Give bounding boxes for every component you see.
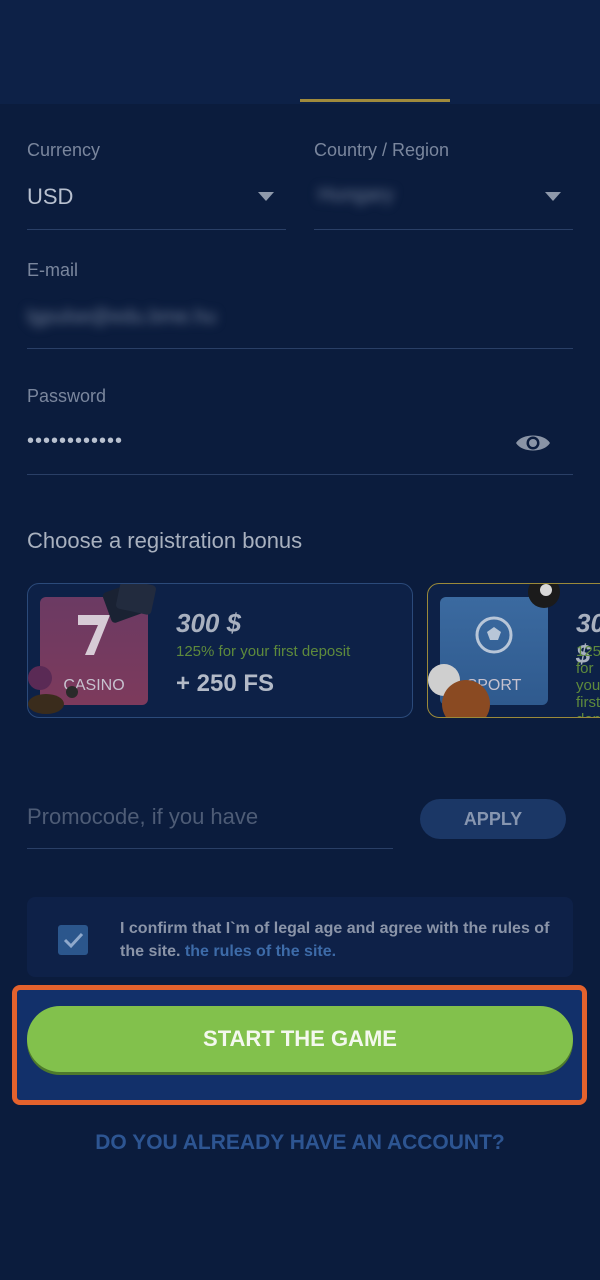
bonus-free-spins: + 250 FS <box>176 670 275 697</box>
bonus-description: 125% for your first deposit <box>176 643 351 660</box>
cards-icon <box>102 584 156 623</box>
promocode-input[interactable]: Promocode, if you have <box>27 804 258 830</box>
country-label: Country / Region <box>314 140 450 160</box>
apply-button[interactable]: APPLY <box>420 799 566 839</box>
chevron-down-icon[interactable] <box>258 192 274 201</box>
age-confirmation: I confirm that I`m of legal age and agre… <box>27 897 573 977</box>
balls-icon <box>428 664 490 717</box>
country-underline <box>314 229 573 230</box>
country-select[interactable]: Hungary <box>318 184 394 207</box>
email-field[interactable]: lgpulse@edu.bme.hu <box>27 306 216 329</box>
email-underline <box>27 348 573 349</box>
email-label: E-mail <box>27 260 79 280</box>
rules-link[interactable]: the rules of the site. <box>185 943 336 960</box>
chips-icon <box>28 666 78 714</box>
bonus-section-title: Choose a registration bonus <box>27 528 303 553</box>
currency-label: Currency <box>27 140 101 160</box>
start-game-button[interactable]: START THE GAME <box>27 1006 573 1072</box>
login-link[interactable]: DO YOU ALREADY HAVE AN ACCOUNT? <box>0 1131 600 1155</box>
top-header <box>0 0 600 104</box>
currency-select[interactable]: USD <box>27 184 73 210</box>
password-label: Password <box>27 386 107 406</box>
password-underline <box>27 474 573 475</box>
bonus-card-casino[interactable]: CASINO 300 $ 125% for your first deposit… <box>27 583 413 718</box>
billiard-ball-icon <box>528 584 560 608</box>
bonus-card-sport[interactable]: SPORT 300 $ 125% for your first deposit <box>427 583 600 718</box>
active-tab-indicator <box>300 99 450 102</box>
checkmark-icon <box>63 932 84 949</box>
chevron-down-icon[interactable] <box>545 192 561 201</box>
age-checkbox[interactable] <box>58 925 88 955</box>
password-field[interactable]: •••••••••••• <box>27 430 123 453</box>
bonus-description: 125% for your first deposit <box>576 643 600 717</box>
soccer-ball-icon <box>475 616 513 654</box>
currency-underline <box>27 229 286 230</box>
bonus-amount: 300 $ <box>176 608 242 638</box>
promocode-underline <box>27 848 393 849</box>
confirm-text: I confirm that I`m of legal age and agre… <box>120 917 560 963</box>
eye-icon[interactable] <box>514 430 552 456</box>
